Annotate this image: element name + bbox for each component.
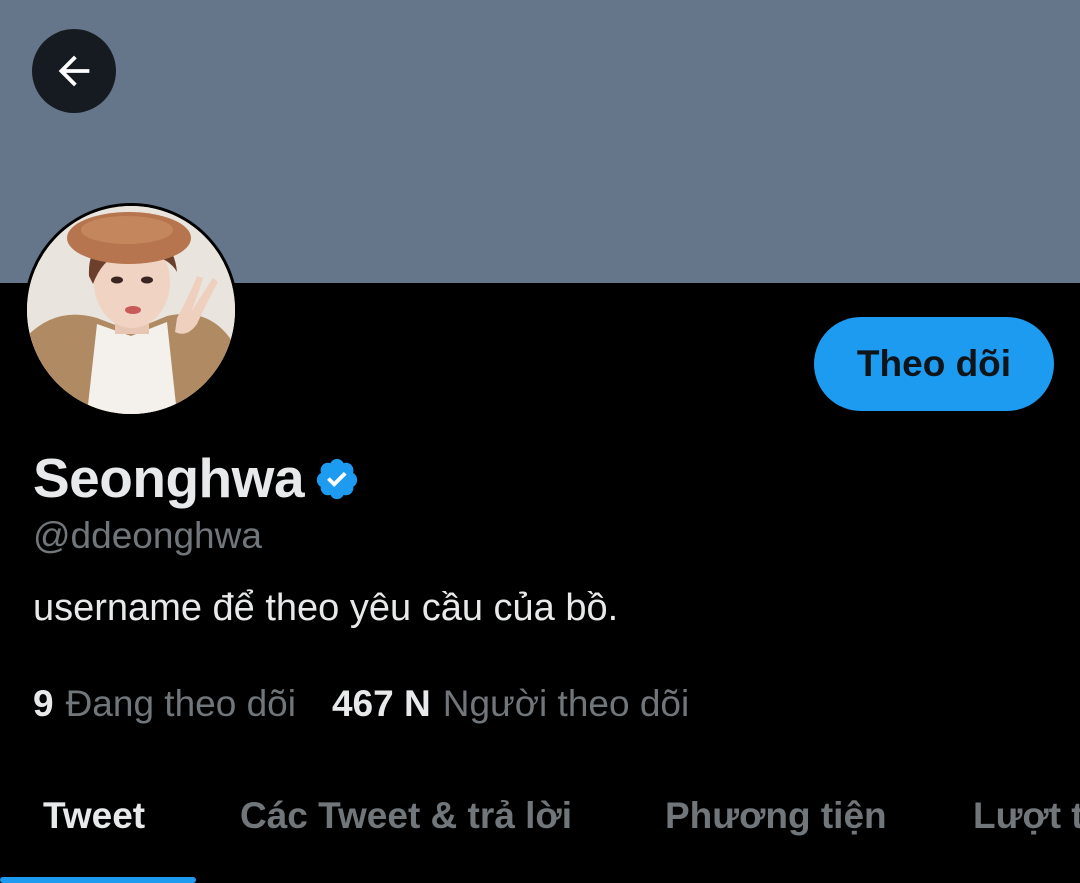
profile-stats: 9 Đang theo dõi 467 N Người theo dõi	[33, 681, 689, 727]
tab-tweets-and-replies-label: Các Tweet & trả lời	[240, 795, 572, 836]
tab-media-label: Phương tiện	[665, 795, 887, 836]
followers-stat[interactable]: 467 N Người theo dõi	[332, 683, 689, 725]
tab-media[interactable]: Phương tiện	[619, 780, 925, 883]
following-count: 9	[33, 683, 54, 724]
avatar[interactable]	[24, 203, 238, 417]
followers-count: 467 N	[331, 683, 431, 724]
tab-likes[interactable]: Lượt thích	[925, 780, 1080, 883]
name-row: Seonghwa	[33, 447, 360, 509]
profile-handle: @ddeonghwa	[33, 515, 262, 556]
followers-label: Người theo dõi	[442, 683, 690, 724]
following-label: Đang theo dõi	[65, 683, 296, 724]
profile-screen: Theo dõi Seonghwa @ddeonghwa username để…	[0, 0, 1080, 883]
profile-bio: username để theo yêu cầu của bồ.	[33, 587, 619, 629]
profile-tabs: Tweet Các Tweet & trả lời Phương tiện Lư…	[0, 780, 1080, 883]
tab-likes-label: Lượt thích	[973, 795, 1080, 836]
following-stat[interactable]: 9 Đang theo dõi	[33, 683, 296, 725]
tab-tweets-and-replies[interactable]: Các Tweet & trả lời	[196, 780, 619, 883]
active-tab-indicator	[0, 877, 196, 883]
arrow-left-icon	[58, 55, 90, 87]
follow-button[interactable]: Theo dõi	[814, 317, 1054, 411]
avatar-photo	[27, 206, 235, 414]
verified-badge-icon[interactable]	[314, 456, 360, 502]
display-name: Seonghwa	[33, 447, 305, 509]
tab-tweets-label: Tweet	[43, 795, 146, 836]
tab-tweets[interactable]: Tweet	[0, 780, 196, 883]
back-button[interactable]	[32, 29, 116, 113]
